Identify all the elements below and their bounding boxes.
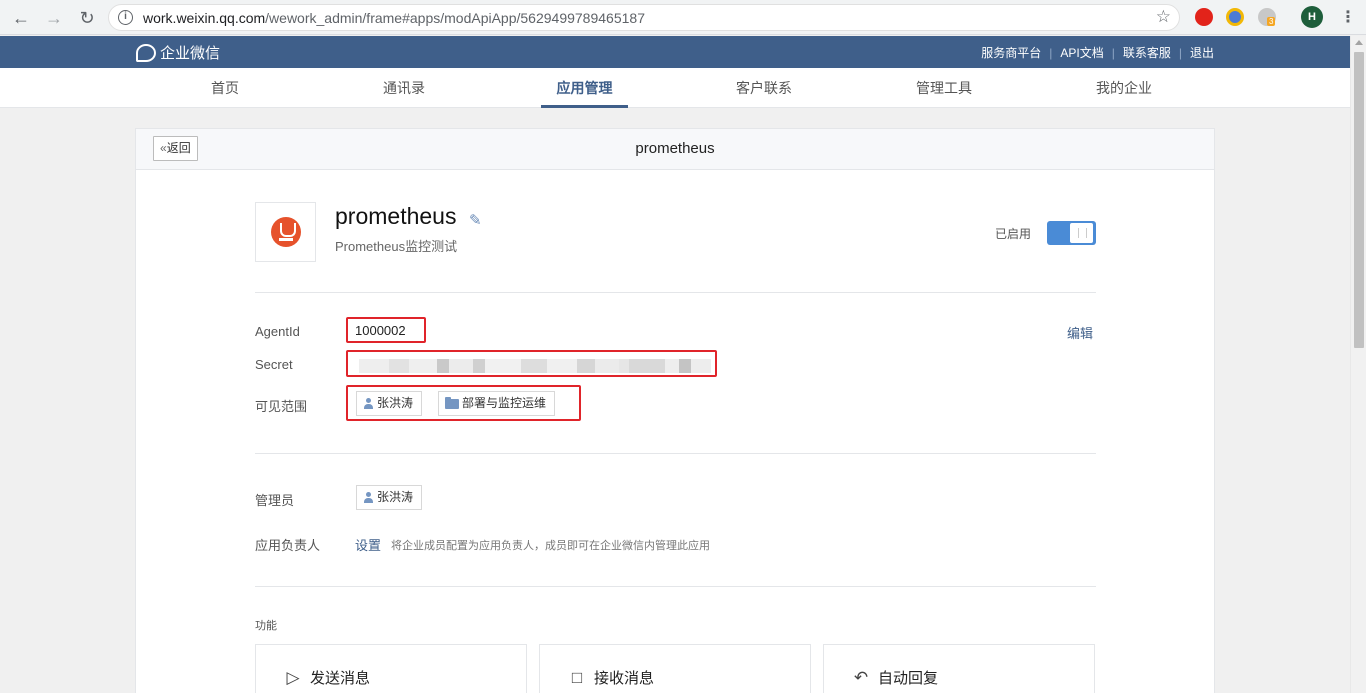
browser-toolbar: ← → ↻ i work.weixin.qq.com/wework_admin/…: [0, 0, 1366, 35]
owner-hint: 将企业成员配置为应用负责人，成员即可在企业微信内管理此应用: [391, 540, 710, 552]
forward-arrow-icon[interactable]: →: [43, 7, 65, 29]
url-path: /wework_admin/frame#apps/modApiApp/56294…: [265, 10, 645, 26]
address-bar[interactable]: i work.weixin.qq.com/wework_admin/frame#…: [108, 4, 1180, 31]
link-support[interactable]: 联系客服: [1123, 44, 1171, 61]
owner-set-link[interactable]: 设置: [355, 535, 381, 554]
send-icon: ▷: [286, 667, 300, 687]
url-text: work.weixin.qq.com/wework_admin/frame#ap…: [143, 10, 645, 26]
app-description: Prometheus监控测试: [335, 239, 458, 254]
link-logout[interactable]: 退出: [1190, 44, 1214, 61]
reply-icon: ↶: [853, 667, 869, 687]
divider: |: [1049, 45, 1053, 60]
function-card-auto-reply[interactable]: ↶ 自动回复: [823, 644, 1095, 693]
back-arrow-icon[interactable]: ←: [10, 7, 32, 29]
menu-kebab-icon[interactable]: ⋮: [1340, 7, 1356, 27]
function-card-send-message[interactable]: ▷ 发送消息: [255, 644, 527, 693]
enable-toggle[interactable]: [1047, 221, 1096, 245]
nav-contacts[interactable]: 通讯录: [364, 68, 444, 108]
nav-app-management[interactable]: 应用管理: [541, 68, 628, 108]
visible-scope-label: 可见范围: [255, 399, 308, 414]
admin-label: 管理员: [255, 493, 295, 508]
logo-text: 企业微信: [160, 45, 221, 62]
edit-link[interactable]: 编辑: [1067, 323, 1093, 342]
nav-customer-contact[interactable]: 客户联系: [724, 68, 804, 108]
scroll-thumb[interactable]: [1354, 52, 1364, 348]
prometheus-logo-icon: [270, 217, 301, 247]
card-header: prometheus «返回: [136, 129, 1214, 170]
back-button[interactable]: «返回: [153, 136, 198, 161]
function-card-receive-message[interactable]: □ 接收消息: [539, 644, 811, 693]
main-nav: 首页 通讯录 应用管理 客户联系 管理工具 我的企业: [0, 68, 1350, 108]
app-detail-card: prometheus «返回 prometheus ✎ Prometheus监控…: [135, 128, 1215, 693]
function-label: 接收消息: [594, 670, 655, 687]
admin-member-tag[interactable]: 张洪涛: [356, 485, 423, 510]
function-label: 发送消息: [310, 670, 371, 687]
profile-avatar[interactable]: H: [1301, 6, 1323, 28]
nav-management-tools[interactable]: 管理工具: [904, 68, 984, 108]
nav-home[interactable]: 首页: [185, 68, 265, 108]
top-links: 服务商平台 | API文档 | 联系客服 | 退出: [981, 44, 1214, 61]
highlight-box: [346, 317, 426, 343]
app-name: prometheus: [335, 203, 457, 229]
url-host: work.weixin.qq.com: [143, 10, 266, 26]
divider: [255, 292, 1096, 293]
extension-icon[interactable]: 3: [1258, 8, 1276, 26]
divider: |: [1111, 45, 1115, 60]
owner-label: 应用负责人: [255, 538, 321, 553]
toggle-knob: [1070, 223, 1093, 243]
functions-label: 功能: [255, 620, 277, 632]
secret-label: Secret: [255, 357, 293, 372]
status-label: 已启用: [995, 227, 1032, 241]
edit-pencil-icon[interactable]: ✎: [469, 211, 482, 229]
page-scrollbar[interactable]: [1350, 36, 1366, 693]
extension-icon[interactable]: [1226, 8, 1244, 26]
tag-label: 张洪涛: [377, 490, 414, 504]
card-title: prometheus: [635, 140, 715, 157]
extension-icon[interactable]: [1195, 8, 1213, 26]
divider: [255, 586, 1096, 587]
person-icon: [363, 491, 374, 504]
function-label: 自动回复: [878, 670, 939, 687]
highlight-box: [346, 385, 581, 421]
active-tab-indicator: [541, 105, 628, 108]
highlight-box: [346, 350, 717, 377]
divider: [255, 453, 1096, 454]
reload-icon[interactable]: ↻: [76, 7, 98, 29]
agentid-label: AgentId: [255, 324, 300, 339]
nav-my-enterprise[interactable]: 我的企业: [1084, 68, 1164, 108]
scroll-up-arrow-icon[interactable]: [1355, 40, 1363, 45]
link-provider-platform[interactable]: 服务商平台: [981, 44, 1041, 61]
link-api-docs[interactable]: API文档: [1060, 44, 1103, 61]
wecom-logo[interactable]: 企业微信: [136, 42, 220, 63]
double-chevron-left-icon: «: [160, 141, 167, 155]
divider: |: [1178, 45, 1182, 60]
chat-icon: □: [571, 667, 583, 687]
wecom-logo-icon: [136, 43, 156, 62]
extension-badge: 3: [1267, 17, 1276, 26]
info-icon[interactable]: i: [118, 10, 133, 25]
back-label: 返回: [166, 141, 191, 155]
bookmark-star-icon[interactable]: ☆: [1156, 7, 1171, 27]
app-logo: [255, 202, 316, 262]
top-header: 企业微信 服务商平台 | API文档 | 联系客服 | 退出: [0, 36, 1350, 68]
